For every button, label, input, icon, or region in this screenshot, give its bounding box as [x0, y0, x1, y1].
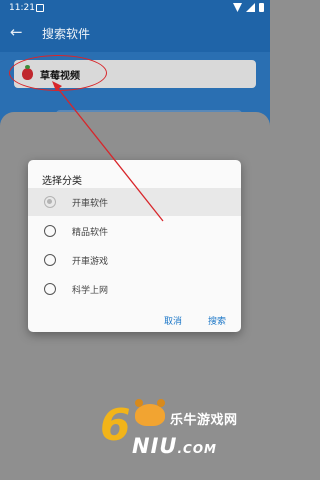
option-premium-software[interactable]: 精品软件 [28, 217, 241, 245]
page-title: 搜索软件 [42, 27, 91, 41]
watermark-com: .COM [177, 442, 217, 456]
status-time: 11:21 [9, 3, 35, 13]
status-bar: 11:21 [0, 0, 270, 16]
search-button[interactable]: 搜索 [208, 314, 226, 327]
battery-icon [259, 3, 264, 12]
status-icons [233, 3, 264, 12]
radio-button[interactable] [44, 196, 56, 208]
option-vpn[interactable]: 科学上网 [28, 275, 241, 303]
option-label: 精品软件 [72, 228, 109, 238]
option-kaiche-software[interactable]: 开車软件 [28, 188, 241, 216]
category-dialog: 选择分类 开車软件 精品软件 开車游戏 科学上网 取消 搜索 [28, 160, 241, 332]
option-label: 开車游戏 [72, 257, 109, 267]
radio-button[interactable] [44, 254, 56, 266]
option-label: 开車软件 [72, 199, 109, 209]
watermark-niu: NIU [132, 434, 178, 458]
wifi-icon [233, 3, 242, 12]
watermark-text: 乐牛游戏网 [170, 413, 238, 428]
arrow-left-icon[interactable]: ← [10, 23, 23, 41]
watermark-six: 6 [100, 400, 131, 451]
annotation-ellipse [9, 55, 107, 91]
notification-icon [36, 4, 44, 12]
cancel-button[interactable]: 取消 [164, 314, 182, 327]
radio-button[interactable] [44, 225, 56, 237]
radio-button[interactable] [44, 283, 56, 295]
dialog-title: 选择分类 [42, 176, 82, 187]
cow-logo-icon [135, 399, 165, 426]
signal-icon [246, 3, 255, 12]
watermark-domain: NIU.COM [132, 434, 217, 458]
option-kaiche-games[interactable]: 开車游戏 [28, 246, 241, 274]
option-label: 科学上网 [72, 286, 109, 296]
app-bar: ← 搜索软件 [0, 16, 270, 52]
